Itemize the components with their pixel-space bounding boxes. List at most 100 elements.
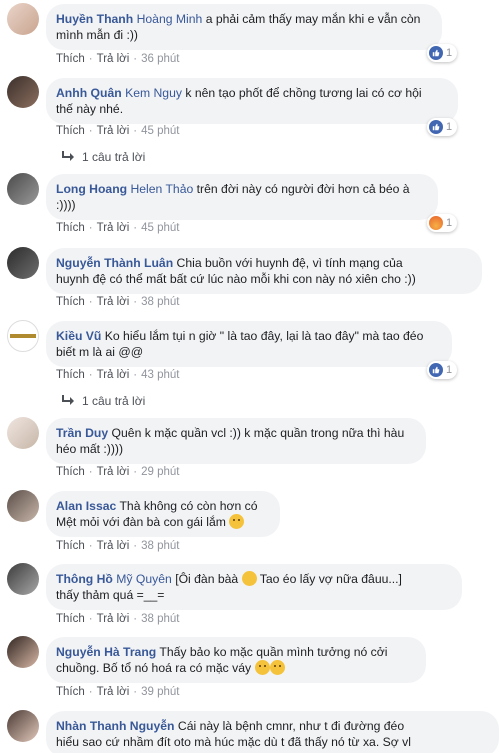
- view-replies-link[interactable]: 1 câu trả lời: [62, 150, 145, 164]
- comment-author[interactable]: Alan Issac: [56, 499, 116, 513]
- comment-text: Ko hiểu lắm tụi n giờ " là tao đây, lại …: [104, 329, 424, 343]
- comment-text: :)))): [56, 198, 76, 212]
- comment-time[interactable]: 38 phút: [141, 540, 179, 552]
- like-link[interactable]: Thích: [56, 222, 85, 234]
- like-link[interactable]: Thích: [56, 613, 85, 625]
- comment-actions: Thích · Trả lời · 38 phút: [56, 296, 180, 308]
- comment-author[interactable]: Kiều Vũ: [56, 329, 101, 343]
- comment-author[interactable]: Nguyễn Hà Trang: [56, 645, 156, 659]
- laughing-emoji-icon: [241, 571, 257, 586]
- reaction-badge[interactable]: 1: [427, 118, 458, 136]
- reaction-count: 1: [446, 121, 453, 133]
- avatar[interactable]: [7, 710, 39, 742]
- sad-emoji-icon: [229, 514, 245, 529]
- reaction-badge[interactable]: 1: [427, 214, 458, 232]
- like-link[interactable]: Thích: [56, 369, 85, 381]
- comment-actions: Thích · Trả lời · 29 phút: [56, 466, 180, 478]
- comment-time[interactable]: 43 phút: [141, 369, 179, 381]
- comment-time[interactable]: 39 phút: [141, 686, 179, 698]
- avatar[interactable]: [7, 3, 39, 35]
- reaction-badge[interactable]: 1: [427, 361, 458, 379]
- comment-text: Mệt mỏi với đàn bà con gái lắm: [56, 515, 226, 529]
- comment-text: héo mất :)))): [56, 442, 124, 456]
- like-link[interactable]: Thích: [56, 466, 85, 478]
- comment-author[interactable]: Long Hoang: [56, 182, 127, 196]
- like-link[interactable]: Thích: [56, 125, 85, 137]
- comment-actions: Thích · Trả lời · 38 phút: [56, 540, 180, 552]
- comment-text: chuồng. Bố tổ nó hoá ra có mặc váy: [56, 661, 252, 675]
- comment-bubble: Kiều Vũ Ko hiểu lắm tụi n giờ " là tao đ…: [46, 321, 452, 367]
- comment-bubble: Nguyễn Thành Luân Chia buồn với huynh đệ…: [46, 248, 482, 294]
- comment-time[interactable]: 36 phút: [141, 53, 179, 65]
- comment-text: Quên k mặc quần vcl :)) k mặc quần trong…: [111, 426, 405, 440]
- comment-author[interactable]: Nhàn Thanh Nguyễn: [56, 719, 175, 733]
- comment-text: hiểu sao cứ nhầm đít oto mà húc mặc dù t…: [56, 735, 411, 749]
- like-link[interactable]: Thích: [56, 53, 85, 65]
- reply-link[interactable]: Trả lời: [97, 222, 130, 234]
- tired-emoji-icon: [269, 660, 285, 675]
- comment-actions: Thích · Trả lời · 43 phút: [56, 369, 180, 381]
- comment-mention[interactable]: Kem Nguy: [125, 86, 182, 100]
- comment-author[interactable]: Thông Hồ: [56, 572, 113, 586]
- comment-actions: Thích · Trả lời · 38 phút: [56, 613, 180, 625]
- like-icon: [429, 46, 443, 60]
- reply-link[interactable]: Trả lời: [97, 125, 130, 137]
- reply-link[interactable]: Trả lời: [97, 466, 130, 478]
- comment-mention[interactable]: Hoàng Minh: [137, 12, 203, 26]
- like-link[interactable]: Thích: [56, 540, 85, 552]
- comment-text: Thấy bảo ko mặc quần mình tưởng nó cởi: [159, 645, 388, 659]
- comment-mention[interactable]: Helen Thảo: [130, 182, 193, 196]
- comment-time[interactable]: 38 phút: [141, 296, 179, 308]
- comment-actions: Thích · Trả lời · 36 phút: [56, 53, 180, 65]
- avatar[interactable]: [7, 563, 39, 595]
- comment-mention[interactable]: Mỹ Quyên: [116, 572, 172, 586]
- comment-author[interactable]: Trần Duy: [56, 426, 108, 440]
- comment-text: thấy thảm quá =__=: [56, 588, 165, 602]
- comment-author[interactable]: Huyền Thanh: [56, 12, 133, 26]
- reply-link[interactable]: Trả lời: [97, 613, 130, 625]
- comment-text: Tao éo lấy vợ nữa đâuu...]: [259, 572, 402, 586]
- avatar[interactable]: [7, 76, 39, 108]
- comment-actions: Thích · Trả lời · 39 phút: [56, 686, 180, 698]
- avatar[interactable]: [7, 247, 39, 279]
- avatar[interactable]: [7, 173, 39, 205]
- angry-icon: [429, 216, 443, 230]
- view-replies-link[interactable]: 1 câu trả lời: [62, 394, 145, 408]
- reaction-count: 1: [446, 364, 453, 376]
- comment-text: k nên tạo phốt để chồng tương lai có cơ …: [185, 86, 422, 100]
- comment-text: thế này nhé.: [56, 102, 124, 116]
- comment-text: huynh đệ có thể mất bất cứ lúc nào mỗi k…: [56, 272, 416, 286]
- reply-arrow-icon: [62, 150, 74, 164]
- reaction-badge[interactable]: 1: [427, 44, 458, 62]
- reply-arrow-icon: [62, 394, 74, 408]
- comment-text: Chia buồn với huynh đệ, vì tính mạng của: [176, 256, 403, 270]
- reply-link[interactable]: Trả lời: [97, 296, 130, 308]
- avatar[interactable]: [7, 490, 39, 522]
- comment-time[interactable]: 38 phút: [141, 613, 179, 625]
- reply-link[interactable]: Trả lời: [97, 53, 130, 65]
- like-link[interactable]: Thích: [56, 686, 85, 698]
- comment-bubble: Trần Duy Quên k mặc quần vcl :)) k mặc q…: [46, 418, 426, 464]
- comment-time[interactable]: 29 phút: [141, 466, 179, 478]
- avatar[interactable]: [7, 320, 39, 352]
- comment-text: trên đời này có người đời hơn cả béo à: [196, 182, 410, 196]
- tired-emoji-icon: [254, 660, 270, 675]
- replies-count: 1 câu trả lời: [82, 150, 146, 164]
- avatar[interactable]: [7, 636, 39, 668]
- comment-bubble: Nguyễn Hà Trang Thấy bảo ko mặc quần mìn…: [46, 637, 426, 683]
- avatar[interactable]: [7, 417, 39, 449]
- reply-link[interactable]: Trả lời: [97, 540, 130, 552]
- comment-time[interactable]: 45 phút: [141, 125, 179, 137]
- comment-author[interactable]: Anhh Quân: [56, 86, 122, 100]
- comment-time[interactable]: 45 phút: [141, 222, 179, 234]
- reply-link[interactable]: Trả lời: [97, 369, 130, 381]
- comment-text: mình mẫn đi :)): [56, 28, 138, 42]
- comment-bubble: Long Hoang Helen Thảo trên đời này có ng…: [46, 174, 438, 220]
- replies-count: 1 câu trả lời: [82, 394, 146, 408]
- comment-bubble: Nhàn Thanh Nguyễn Cái này là bệnh cmnr, …: [46, 711, 499, 753]
- comment-text: Cái này là bệnh cmnr, như t đi đường đéo: [177, 719, 405, 733]
- like-link[interactable]: Thích: [56, 296, 85, 308]
- reply-link[interactable]: Trả lời: [97, 686, 130, 698]
- comment-author[interactable]: Nguyễn Thành Luân: [56, 256, 173, 270]
- like-icon: [429, 120, 443, 134]
